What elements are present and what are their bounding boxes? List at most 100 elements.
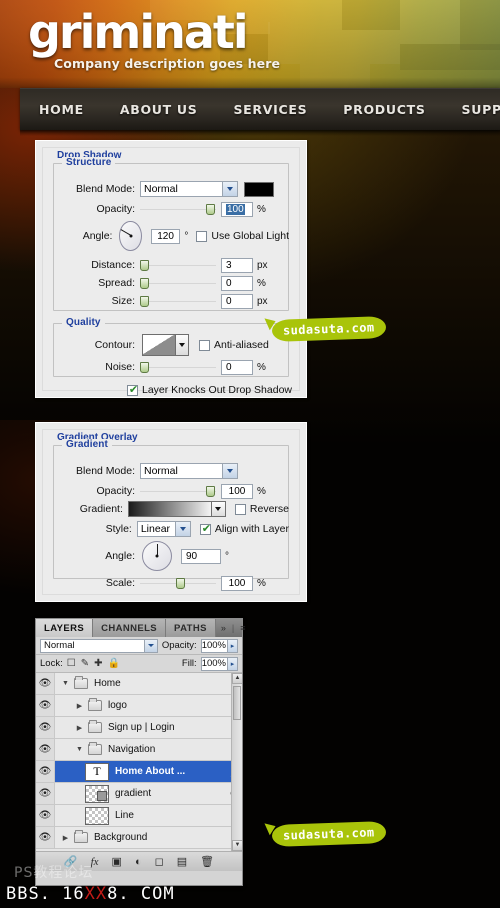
- tab-layers[interactable]: LAYERS: [36, 619, 94, 637]
- eye-icon[interactable]: 👁: [36, 673, 55, 694]
- size-input[interactable]: 0: [221, 293, 253, 309]
- lock-brush-icon[interactable]: ✎: [81, 658, 89, 669]
- contour-picker[interactable]: [142, 334, 189, 356]
- opacity-slider[interactable]: [140, 203, 216, 215]
- eye-icon[interactable]: 👁: [36, 783, 55, 804]
- gradient-picker[interactable]: [127, 501, 226, 517]
- layer-thumbnail[interactable]: [85, 784, 109, 803]
- eye-icon[interactable]: 👁: [36, 827, 55, 848]
- eye-icon[interactable]: 👁: [36, 695, 55, 716]
- distance-slider[interactable]: [140, 259, 216, 271]
- nav-item-products[interactable]: PRODUCTS: [336, 102, 432, 117]
- bbs-watermark: BBS. 16XX8. COM: [6, 884, 175, 904]
- scale-slider-knob[interactable]: [176, 578, 185, 589]
- lock-all-icon[interactable]: 🔒: [107, 658, 119, 669]
- chevron-right-icon[interactable]: ▶: [75, 724, 84, 732]
- nav-item-home[interactable]: HOME: [32, 102, 91, 117]
- layer-opacity-input[interactable]: 100% ▸: [200, 638, 238, 653]
- chevron-right-icon[interactable]: ▶: [75, 702, 84, 710]
- opacity-slider-knob[interactable]: [206, 204, 215, 215]
- chevron-down-icon[interactable]: [143, 639, 157, 652]
- folder-icon: [88, 720, 102, 733]
- list-item[interactable]: 👁 ▶ logo: [36, 695, 242, 717]
- lock-transparency-icon[interactable]: ☐: [67, 658, 76, 669]
- scrollbar-thumb[interactable]: [233, 686, 241, 720]
- eye-icon[interactable]: 👁: [36, 717, 55, 738]
- tab-paths[interactable]: PATHS: [166, 619, 216, 637]
- go-angle-input[interactable]: 90: [181, 548, 221, 564]
- go-opacity-slider[interactable]: [140, 485, 216, 497]
- scroll-up-icon[interactable]: ▲: [232, 673, 242, 684]
- contour-swatch[interactable]: [142, 334, 176, 356]
- fill-stepper-icon[interactable]: ▸: [227, 657, 237, 670]
- spread-slider-knob[interactable]: [140, 278, 149, 289]
- site-logo[interactable]: griminati: [28, 8, 249, 56]
- noise-input[interactable]: 0: [221, 359, 253, 375]
- chevron-down-icon[interactable]: ▼: [75, 746, 84, 753]
- trash-icon[interactable]: 🗑: [200, 855, 214, 868]
- spread-slider[interactable]: [140, 277, 216, 289]
- list-item[interactable]: 👁 ▼ Home: [36, 673, 242, 695]
- nav-item-about-us[interactable]: ABOUT US: [113, 102, 205, 117]
- list-item[interactable]: 👁 ▶ Sign up | Login: [36, 717, 242, 739]
- layer-fill-input[interactable]: 100% ▸: [200, 656, 238, 671]
- layer-thumbnail[interactable]: [85, 806, 109, 825]
- mask-icon[interactable]: ▣: [112, 855, 122, 868]
- layers-list[interactable]: 👁 ▼ Home 👁 ▶ logo 👁 ▶ Sign up | Login 👁 …: [36, 673, 242, 851]
- shadow-color-swatch[interactable]: [244, 181, 274, 197]
- align-with-layer-checkbox[interactable]: [199, 522, 212, 536]
- layers-scrollbar[interactable]: ▲ ▼: [231, 673, 242, 851]
- go-opacity-input[interactable]: 100: [221, 483, 253, 499]
- nav-item-support[interactable]: SUPPORT: [455, 102, 500, 117]
- anti-aliased-checkbox[interactable]: [199, 339, 210, 351]
- opacity-input[interactable]: 100: [221, 201, 253, 217]
- panel-menu-icon[interactable]: ≡: [240, 623, 245, 633]
- list-item[interactable]: 👁 ▶ Background: [36, 827, 242, 849]
- spread-input[interactable]: 0: [221, 275, 253, 291]
- use-global-light-checkbox[interactable]: [196, 230, 208, 242]
- new-layer-icon[interactable]: ▤: [177, 855, 187, 868]
- layer-knocks-out-checkbox[interactable]: [127, 383, 139, 397]
- reverse-checkbox[interactable]: [234, 503, 246, 515]
- chevron-down-icon[interactable]: [222, 182, 237, 196]
- distance-input[interactable]: 3: [221, 257, 253, 273]
- distance-slider-knob[interactable]: [140, 260, 149, 271]
- expand-panel-icon[interactable]: »: [221, 623, 226, 633]
- go-blend-mode-select[interactable]: Normal: [140, 463, 238, 479]
- group-icon[interactable]: ◻: [155, 855, 164, 868]
- opacity-stepper-icon[interactable]: ▸: [227, 639, 237, 652]
- go-angle-dial[interactable]: [142, 541, 172, 571]
- angle-dial[interactable]: [119, 221, 142, 251]
- lock-move-icon[interactable]: ✚: [94, 658, 102, 669]
- scale-input[interactable]: 100: [221, 575, 253, 591]
- gradient-swatch[interactable]: [127, 501, 212, 517]
- size-slider[interactable]: [140, 295, 216, 307]
- list-item[interactable]: 👁 ▼ Navigation: [36, 739, 242, 761]
- text-layer-thumbnail[interactable]: T: [85, 762, 109, 781]
- chevron-down-icon[interactable]: ▼: [61, 680, 70, 687]
- chevron-down-icon[interactable]: [174, 522, 190, 536]
- eye-icon[interactable]: 👁: [36, 805, 55, 826]
- chevron-right-icon[interactable]: ▶: [61, 834, 70, 842]
- scale-slider[interactable]: [140, 577, 216, 589]
- size-slider-knob[interactable]: [140, 296, 149, 307]
- layer-blend-mode-select[interactable]: Normal: [40, 638, 158, 653]
- go-opacity-slider-knob[interactable]: [206, 486, 215, 497]
- list-item[interactable]: 👁 T Home About ... fx: [36, 761, 242, 783]
- gradient-chevron-icon[interactable]: [211, 501, 226, 517]
- contour-chevron-icon[interactable]: [176, 334, 189, 356]
- list-item[interactable]: 👁 Line: [36, 805, 242, 827]
- adjustment-icon[interactable]: ◐: [135, 856, 142, 868]
- nav-item-services[interactable]: SERVICES: [226, 102, 314, 117]
- chevron-down-icon[interactable]: [222, 464, 237, 478]
- style-select[interactable]: Linear: [136, 521, 191, 537]
- eye-icon[interactable]: 👁: [36, 761, 55, 782]
- eye-icon[interactable]: 👁: [36, 739, 55, 760]
- tab-channels[interactable]: CHANNELS: [93, 619, 167, 637]
- angle-input[interactable]: 120: [150, 228, 181, 244]
- blend-mode-select[interactable]: Normal: [140, 181, 238, 197]
- noise-slider[interactable]: [140, 361, 216, 373]
- scroll-down-icon[interactable]: ▼: [232, 840, 242, 851]
- list-item[interactable]: 👁 gradient ☉: [36, 783, 242, 805]
- noise-slider-knob[interactable]: [140, 362, 149, 373]
